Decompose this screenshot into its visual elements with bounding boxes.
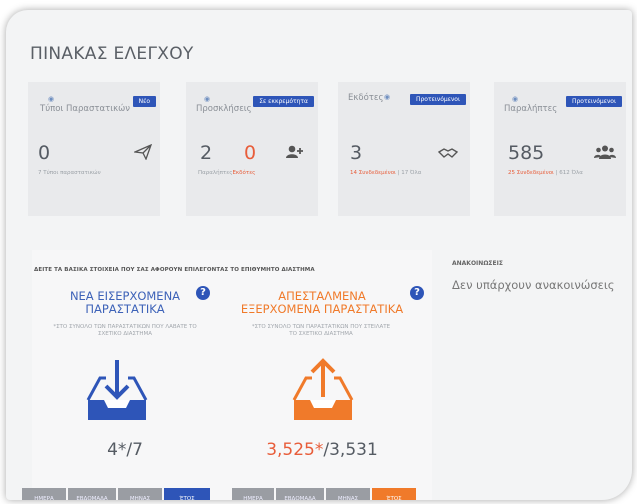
incoming-note: *ΣΤΟ ΣΥΝΟΛΟ ΤΩΝ ΠΑΡΑΣΤΑΤΙΚΩΝ ΠΟΥ ΛΑΒΑΤΕ … xyxy=(32,324,218,338)
incoming-period-week[interactable]: ΕΒΔΟΜΑΔΑ xyxy=(68,488,116,500)
card-value-issuers: 0 xyxy=(244,142,257,164)
status-badge: Προτεινόμενοι xyxy=(565,96,622,107)
incoming-count: 4*/7 xyxy=(36,440,214,460)
incoming-title: ΝΕΑ ΕΙΣΕΡΧΟΜΕΝΑ ΠΑΡΑΣΤΑΤΙΚΑ xyxy=(36,290,214,316)
incoming-period-selector: ΗΜΕΡΑ ΕΒΔΟΜΑΔΑ ΜΗΝΑΣ ΈΤΟΣ xyxy=(22,488,210,500)
outgoing-period-year[interactable]: ΈΤΟΣ xyxy=(372,488,416,500)
incoming-note-line1: *ΣΤΟ ΣΥΝΟΛΟ ΤΩΝ ΠΑΡΑΣΤΑΤΙΚΩΝ ΠΟΥ ΛΑΒΑΤΕ … xyxy=(53,324,197,330)
card-issuers[interactable]: Εκδότες ◉ Προτεινόμενοι 3 14 Συνδεδεμένο… xyxy=(338,82,470,216)
connected-link[interactable]: 14 Συνδεδεμένοι xyxy=(350,170,396,176)
inbox-download-icon xyxy=(84,356,150,426)
connected-link[interactable]: 25 Συνδεδεμένοι xyxy=(508,170,554,176)
outgoing-note: *ΣΤΟ ΣΥΝΟΛΟ ΤΩΝ ΠΑΡΑΣΤΑΤΙΚΩΝ ΠΟΥ ΣΤΕΙΛΑΤ… xyxy=(226,324,416,338)
dashboard-frame: ΠΙΝΑΚΑΣ ΕΛΕΓΧΟΥ ◉ Νέο Τύποι Παραστατικών… xyxy=(6,10,632,500)
help-icon[interactable]: ? xyxy=(196,286,210,300)
card-title: Παραλήπτες xyxy=(504,104,558,114)
card-title: Εκδότες xyxy=(348,93,384,103)
card-subtext: 14 Συνδεδεμένοι | 17 Όλα xyxy=(350,170,421,176)
card-value: 585 xyxy=(508,142,545,164)
card-value: 0 xyxy=(38,142,51,164)
incoming-note-line2: ΣΧΕΤΙΚΟ ΔΙΑΣΤΗΜΑ xyxy=(97,331,152,337)
recipients-link[interactable]: Παραλήπτες xyxy=(198,170,232,176)
status-badge: Σε εκκρεμότητα xyxy=(253,96,314,107)
section-title: ΔΕΙΤΕ ΤΑ ΒΑΣΙΚΑ ΣΤΟΙΧΕΙΑ ΠΟΥ ΣΑΣ ΑΦΟΡΟΥΝ… xyxy=(34,267,315,273)
inbox-upload-icon xyxy=(290,356,356,426)
incoming-count-new: 4* xyxy=(107,440,127,460)
outgoing-period-day[interactable]: ΗΜΕΡΑ xyxy=(232,488,274,500)
card-invitations[interactable]: ◉ Σε εκκρεμότητα Προσκλήσεις 2 0 Παραλήπ… xyxy=(186,82,318,216)
card-subtext: 25 Συνδεδεμένοι | 612 Όλα xyxy=(508,170,583,176)
announcements-empty: Δεν υπάρχουν ανακοινώσεις xyxy=(452,278,615,292)
outgoing-title: ΑΠΕΣΤΑΛΜΕΝΑ ΕΞΕΡΧΟΜΕΝΑ ΠΑΡΑΣΤΑΤΙΚΑ xyxy=(226,290,418,316)
eye-icon[interactable]: ◉ xyxy=(204,95,210,103)
status-badge: Νέο xyxy=(132,96,156,107)
handshake-icon xyxy=(437,144,459,163)
outgoing-period-month[interactable]: ΜΗΝΑΣ xyxy=(326,488,370,500)
all-link[interactable]: 17 Όλα xyxy=(401,170,421,176)
user-plus-icon xyxy=(286,144,304,163)
card-title: Τύποι Παραστατικών xyxy=(40,104,130,114)
page-title: ΠΙΝΑΚΑΣ ΕΛΕΓΧΟΥ xyxy=(30,44,194,64)
outgoing-title-line2: ΕΞΕΡΧΟΜΕΝΑ ΠΑΡΑΣΤΑΤΙΚΑ xyxy=(240,302,404,316)
incoming-period-year[interactable]: ΈΤΟΣ xyxy=(164,488,210,500)
eye-icon[interactable]: ◉ xyxy=(48,95,54,103)
eye-icon[interactable]: ◉ xyxy=(512,95,518,103)
outgoing-note-line2: ΤΟ ΣΧΕΤΙΚΟ ΔΙΑΣΤΗΜΑ xyxy=(289,331,353,337)
incoming-period-day[interactable]: ΗΜΕΡΑ xyxy=(22,488,66,500)
incoming-count-total: /7 xyxy=(126,440,143,460)
card-value: 3 xyxy=(350,142,363,164)
outgoing-count: 3,525*/3,531 xyxy=(226,440,418,460)
all-link[interactable]: 612 Όλα xyxy=(559,170,583,176)
card-subtext: 7 Τύποι παραστατικών xyxy=(38,170,101,176)
outgoing-count-new: 3,525* xyxy=(266,440,324,460)
outgoing-period-week[interactable]: ΕΒΔΟΜΑΔΑ xyxy=(276,488,324,500)
issuers-link[interactable]: Εκδότες xyxy=(232,170,255,176)
eye-icon[interactable]: ◉ xyxy=(384,93,390,101)
status-badge: Προτεινόμενοι xyxy=(409,94,466,105)
help-icon[interactable]: ? xyxy=(410,286,424,300)
outgoing-note-line1: *ΣΤΟ ΣΥΝΟΛΟ ΤΩΝ ΠΑΡΑΣΤΑΤΙΚΩΝ ΠΟΥ ΣΤΕΙΛΑΤ… xyxy=(251,324,391,330)
card-value-recipients: 2 xyxy=(200,142,213,164)
incoming-title-line2: ΠΑΡΑΣΤΑΤΙΚΑ xyxy=(85,302,165,316)
card-document-types[interactable]: ◉ Νέο Τύποι Παραστατικών 0 7 Τύποι παρασ… xyxy=(28,82,160,216)
outgoing-count-total: /3,531 xyxy=(323,440,378,460)
users-icon xyxy=(594,144,616,163)
paper-plane-icon xyxy=(132,143,153,164)
announcements-title: ΑΝΑΚΟΙΝΩΣΕΙΣ xyxy=(452,260,503,267)
card-subtext: ΠαραλήπτεςΕκδότες xyxy=(198,170,255,176)
card-recipients[interactable]: ◉ Προτεινόμενοι Παραλήπτες 585 25 Συνδεδ… xyxy=(494,82,626,216)
outgoing-period-selector: ΗΜΕΡΑ ΕΒΔΟΜΑΔΑ ΜΗΝΑΣ ΈΤΟΣ xyxy=(232,488,416,500)
incoming-period-month[interactable]: ΜΗΝΑΣ xyxy=(118,488,162,500)
card-title: Προσκλήσεις xyxy=(196,104,252,114)
